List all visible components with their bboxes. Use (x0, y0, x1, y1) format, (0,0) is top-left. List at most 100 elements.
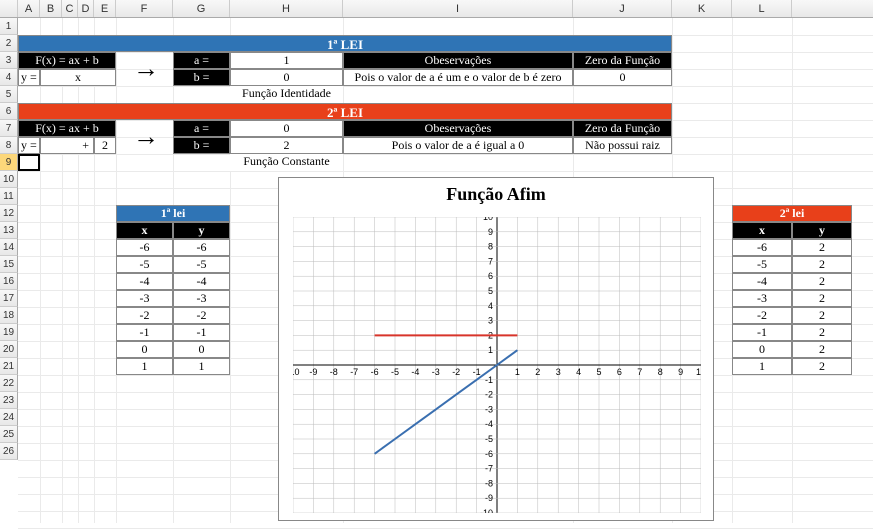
svg-text:4: 4 (576, 367, 581, 377)
lei1-y-value[interactable]: x (40, 69, 116, 86)
column-headers[interactable]: A B C D E F G H I J K L (0, 0, 873, 18)
lei2-a-label: a = (173, 120, 230, 137)
table-cell[interactable]: 0 (116, 341, 173, 358)
svg-text:-1: -1 (485, 375, 493, 385)
row-header[interactable]: 5 (0, 86, 18, 103)
svg-text:7: 7 (488, 256, 493, 266)
table-cell[interactable]: -3 (732, 290, 792, 307)
chart-container[interactable]: Função Afim -10-9-8-7-6-5-4-3-2-11234567… (278, 177, 714, 521)
svg-text:10: 10 (483, 217, 493, 222)
row-header[interactable]: 10 (0, 171, 18, 188)
lei1-b-label: b = (173, 69, 230, 86)
svg-text:3: 3 (556, 367, 561, 377)
lei2-b-label: b = (173, 137, 230, 154)
table-cell[interactable]: -2 (173, 307, 230, 324)
arrow-icon: → (133, 128, 159, 145)
table-cell[interactable]: -4 (173, 273, 230, 290)
row-header[interactable]: 15 (0, 256, 18, 273)
row-header[interactable]: 3 (0, 52, 18, 69)
row-header[interactable]: 19 (0, 324, 18, 341)
svg-text:10: 10 (696, 367, 701, 377)
row-header[interactable]: 26 (0, 443, 18, 460)
svg-text:-10: -10 (480, 508, 493, 513)
table-cell[interactable]: -3 (116, 290, 173, 307)
active-cell[interactable] (18, 154, 40, 171)
lei1-b-value[interactable]: 0 (230, 69, 343, 86)
table-cell[interactable]: -5 (173, 256, 230, 273)
row-header[interactable]: 14 (0, 239, 18, 256)
lei2-b-value[interactable]: 2 (230, 137, 343, 154)
svg-text:9: 9 (678, 367, 683, 377)
tab1-hy: y (173, 222, 230, 239)
table-cell[interactable]: 0 (173, 341, 230, 358)
table-cell[interactable]: -1 (116, 324, 173, 341)
svg-text:6: 6 (488, 271, 493, 281)
table-cell[interactable]: 1 (116, 358, 173, 375)
row-header[interactable]: 18 (0, 307, 18, 324)
table-cell[interactable]: 2 (792, 358, 852, 375)
svg-text:-6: -6 (485, 449, 493, 459)
svg-text:8: 8 (658, 367, 663, 377)
lei2-zero-label: Zero da Função (573, 120, 672, 137)
table-cell[interactable]: -2 (116, 307, 173, 324)
lei1-a-label: a = (173, 52, 230, 69)
row-header[interactable]: 23 (0, 392, 18, 409)
row-header[interactable]: 1 (0, 18, 18, 35)
row-headers[interactable]: 1234567891011121314151617181920212223242… (0, 18, 18, 460)
row-header[interactable]: 21 (0, 358, 18, 375)
row-header[interactable]: 22 (0, 375, 18, 392)
table-cell[interactable]: -6 (173, 239, 230, 256)
table-cell[interactable]: 2 (792, 341, 852, 358)
table-cell[interactable]: 2 (792, 290, 852, 307)
lei1-zero-label: Zero da Função (573, 52, 672, 69)
lei2-a-value[interactable]: 0 (230, 120, 343, 137)
table-cell[interactable]: -6 (732, 239, 792, 256)
chart-series (375, 350, 518, 454)
svg-text:-9: -9 (485, 493, 493, 503)
tab1-title: 1ª lei (116, 205, 230, 222)
row-header[interactable]: 4 (0, 69, 18, 86)
table-cell[interactable]: 2 (792, 324, 852, 341)
tab2-hx: x (732, 222, 792, 239)
table-cell[interactable]: -4 (116, 273, 173, 290)
table-cell[interactable]: 2 (792, 256, 852, 273)
svg-text:9: 9 (488, 227, 493, 237)
row-header[interactable]: 12 (0, 205, 18, 222)
svg-text:-1: -1 (473, 367, 481, 377)
row-header[interactable]: 8 (0, 137, 18, 154)
table-cell[interactable]: 2 (792, 307, 852, 324)
row-header[interactable]: 16 (0, 273, 18, 290)
row-header[interactable]: 24 (0, 409, 18, 426)
lei2-banner: 2ª LEI (18, 103, 672, 120)
row-header[interactable]: 17 (0, 290, 18, 307)
row-header[interactable]: 25 (0, 426, 18, 443)
row-header[interactable]: 6 (0, 103, 18, 120)
svg-text:-2: -2 (485, 390, 493, 400)
lei2-func-type: Função Constante (230, 154, 343, 171)
table-cell[interactable]: 2 (792, 239, 852, 256)
table-cell[interactable]: -5 (116, 256, 173, 273)
row-header[interactable]: 7 (0, 120, 18, 137)
lei2-y-value[interactable]: 2 (94, 137, 116, 154)
row-header[interactable]: 9 (0, 154, 18, 171)
table-cell[interactable]: 1 (732, 358, 792, 375)
row-header[interactable]: 13 (0, 222, 18, 239)
row-header[interactable]: 2 (0, 35, 18, 52)
table-cell[interactable]: -1 (732, 324, 792, 341)
table-cell[interactable]: -4 (732, 273, 792, 290)
table-cell[interactable]: -6 (116, 239, 173, 256)
table-cell[interactable]: -1 (173, 324, 230, 341)
svg-text:-8: -8 (330, 367, 338, 377)
lei2-obs-value: Pois o valor de a é igual a 0 (343, 137, 573, 154)
table-cell[interactable]: -3 (173, 290, 230, 307)
table-cell[interactable]: -2 (732, 307, 792, 324)
table-cell[interactable]: 0 (732, 341, 792, 358)
row-header[interactable]: 20 (0, 341, 18, 358)
table-cell[interactable]: -5 (732, 256, 792, 273)
table-cell[interactable]: 2 (792, 273, 852, 290)
table-cell[interactable]: 1 (173, 358, 230, 375)
lei1-banner: 1ª LEI (18, 35, 672, 52)
lei1-formula-label: F(x) = ax + b (18, 52, 116, 69)
row-header[interactable]: 11 (0, 188, 18, 205)
lei1-a-value[interactable]: 1 (230, 52, 343, 69)
